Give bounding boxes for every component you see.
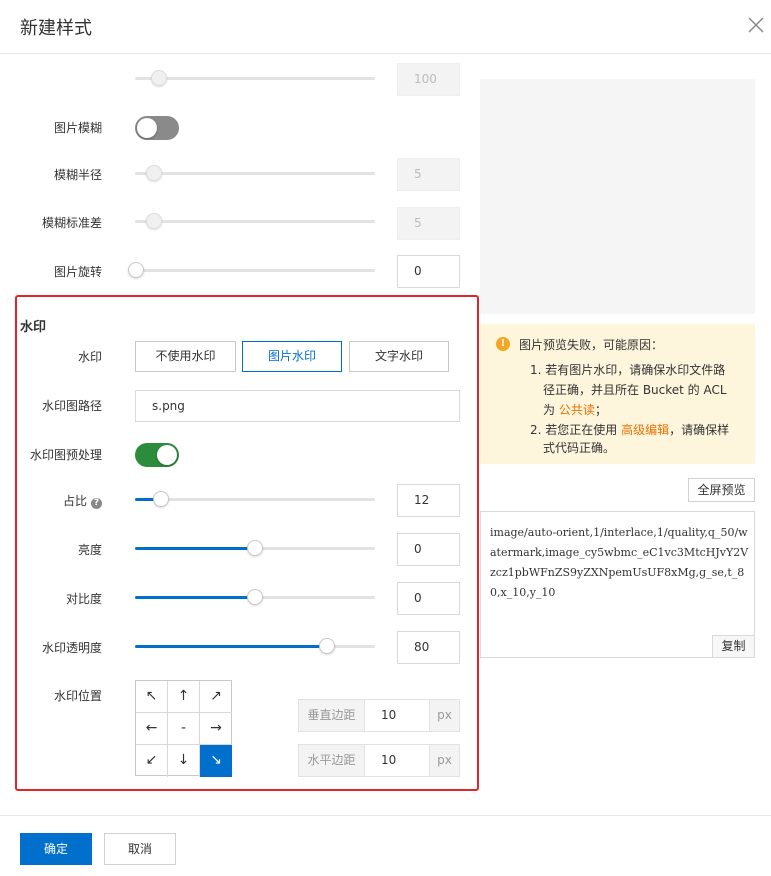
position-left[interactable]: ← <box>136 713 168 745</box>
brightness-slider[interactable] <box>135 540 375 556</box>
preview-warning: ! 图片预览失败，可能原因： 1. 若有图片水印，请确保水印文件路 径正确，并且… <box>480 324 755 464</box>
question-circle-icon[interactable]: ? <box>91 498 102 509</box>
contrast-slider[interactable] <box>135 589 375 605</box>
position-top[interactable]: ↑ <box>168 681 200 713</box>
horizontal-margin-input[interactable]: 10 <box>364 745 430 776</box>
warning-reason-2-prefix: 2. 若您正在使用 <box>530 423 622 437</box>
position-top-right[interactable]: ↗ <box>200 681 232 713</box>
slider-thumb[interactable] <box>247 540 263 556</box>
copy-button[interactable]: 复制 <box>712 635 754 657</box>
watermark-section-title: 水印 <box>20 320 47 335</box>
blur-sigma-slider[interactable] <box>135 213 375 229</box>
blur-radius-input[interactable]: 5 <box>397 158 460 191</box>
opacity-label: 水印透明度 <box>41 641 102 655</box>
opacity-input[interactable]: 80 <box>397 631 460 664</box>
rotate-label: 图片旋转 <box>53 265 102 279</box>
watermark-path-input[interactable]: s.png <box>135 390 460 422</box>
warning-reason-1-suffix: ； <box>594 403 607 417</box>
watermark-option-image[interactable]: 图片水印 <box>242 341 342 372</box>
slider-thumb[interactable] <box>319 638 335 654</box>
horizontal-margin-label: 水平边距 <box>299 745 364 776</box>
confirm-button[interactable]: 确定 <box>20 833 92 865</box>
image-preview-area <box>480 79 755 314</box>
warning-reason-2-line-2: 式代码正确。 <box>543 441 616 455</box>
warning-reason-1-line-1: 1. 若有图片水印，请确保水印文件路 <box>530 363 726 377</box>
slider-thumb[interactable] <box>128 262 144 278</box>
brightness-input[interactable]: 0 <box>397 533 460 566</box>
style-code-box: image/auto-orient,1/interlace,1/quality,… <box>480 511 755 658</box>
quality-slider[interactable] <box>135 70 375 86</box>
horizontal-margin-group: 水平边距 10 px <box>298 744 460 777</box>
warning-reason-1-prefix: 为 <box>543 403 559 417</box>
vertical-margin-group: 垂直边距 10 px <box>298 699 460 732</box>
slider-thumb[interactable] <box>146 165 163 181</box>
position-bottom-right[interactable]: ↘ <box>200 745 232 777</box>
advanced-edit-link[interactable]: 高级编辑 <box>621 423 669 437</box>
position-right[interactable]: → <box>200 713 232 745</box>
horizontal-margin-unit: px <box>430 745 459 776</box>
rotate-slider[interactable] <box>128 262 375 278</box>
blur-label: 图片模糊 <box>53 121 102 135</box>
warning-reason-2-suffix: ，请确保样 <box>669 423 730 437</box>
warning-reason-2-line-1: 2. 若您正在使用 高级编辑，请确保样 <box>530 420 729 440</box>
vertical-margin-unit: px <box>430 700 459 731</box>
toggle-knob <box>157 445 177 465</box>
watermark-preprocess-toggle[interactable] <box>135 443 179 467</box>
contrast-input[interactable]: 0 <box>397 582 460 615</box>
brightness-label: 亮度 <box>77 543 102 557</box>
slider-fill <box>135 547 255 550</box>
style-code-text[interactable]: image/auto-orient,1/interlace,1/quality,… <box>490 523 750 603</box>
dialog-title: 新建样式 <box>20 18 92 39</box>
close-icon[interactable] <box>745 14 767 36</box>
watermark-option-text[interactable]: 文字水印 <box>349 341 449 372</box>
ratio-label-row: 占比? <box>18 492 102 509</box>
position-bottom[interactable]: ↓ <box>168 745 200 777</box>
slider-thumb[interactable] <box>151 70 167 86</box>
slider-fill <box>135 596 255 599</box>
fullscreen-preview-button[interactable]: 全屏预览 <box>688 478 755 502</box>
position-center[interactable]: - <box>168 713 200 745</box>
blur-radius-label: 模糊半径 <box>53 168 102 182</box>
public-read-link[interactable]: 公共读 <box>559 403 595 417</box>
vertical-margin-label: 垂直边距 <box>299 700 364 731</box>
cancel-button[interactable]: 取消 <box>104 833 176 865</box>
ratio-label: 占比 <box>62 494 87 508</box>
contrast-label: 对比度 <box>65 592 102 606</box>
position-bottom-left[interactable]: ↙ <box>136 745 168 777</box>
watermark-type-label: 水印 <box>77 350 102 364</box>
watermark-preprocess-label: 水印图预处理 <box>29 448 102 462</box>
blur-radius-slider[interactable] <box>135 165 375 181</box>
slider-fill <box>135 645 327 648</box>
watermark-option-none[interactable]: 不使用水印 <box>135 341 236 372</box>
position-label: 水印位置 <box>53 689 102 703</box>
slider-thumb[interactable] <box>146 213 163 229</box>
slider-thumb[interactable] <box>247 589 263 605</box>
opacity-slider[interactable] <box>135 638 375 654</box>
warning-reason-1-line-2: 径正确，并且所在 Bucket 的 ACL <box>543 383 727 397</box>
position-grid: ↖ ↑ ↗ ← - → ↙ ↓ ↘ <box>135 680 232 777</box>
quality-input[interactable]: 100 <box>397 63 460 96</box>
watermark-path-label: 水印图路径 <box>41 399 102 413</box>
exclamation-circle-icon: ! <box>496 337 510 351</box>
toggle-knob <box>137 118 157 138</box>
blur-sigma-label: 模糊标准差 <box>41 216 102 230</box>
rotate-input[interactable]: 0 <box>397 255 460 288</box>
vertical-margin-input[interactable]: 10 <box>364 700 430 731</box>
warning-title: 图片预览失败，可能原因： <box>519 338 664 352</box>
ratio-slider[interactable] <box>135 491 375 507</box>
ratio-input[interactable]: 12 <box>397 484 460 517</box>
blur-sigma-input[interactable]: 5 <box>397 207 460 240</box>
dialog-header: 新建样式 <box>0 0 771 54</box>
warning-reason-1-line-3: 为 公共读； <box>543 400 607 420</box>
position-top-left[interactable]: ↖ <box>136 681 168 713</box>
blur-toggle[interactable] <box>135 116 179 140</box>
